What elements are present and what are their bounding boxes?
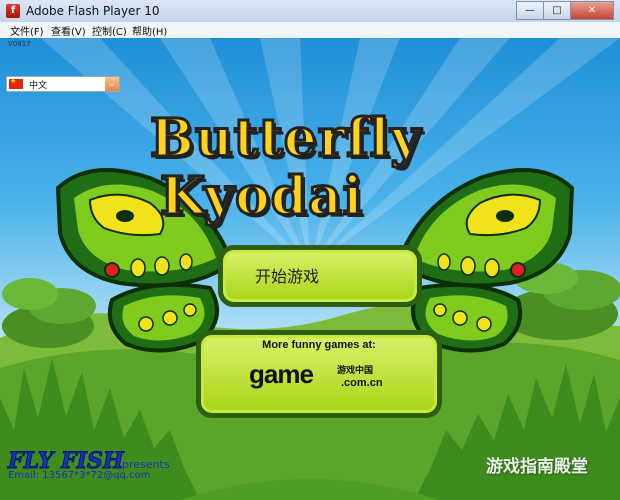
menu-help[interactable]: 帮助(H) [132,23,167,38]
language-value: 中文 [29,81,48,91]
game-com-cn-logo-sub: .com.cn [341,377,383,389]
close-button[interactable]: ✕ [570,1,614,20]
menu-file[interactable]: 文件(F) [10,23,44,38]
window-title: Adobe Flash Player 10 [26,4,160,18]
game-title-line1: Butterfly [149,107,423,171]
window-controls: — □ ✕ [516,1,614,20]
version-label: V0817 [8,40,31,48]
flash-icon: f [6,4,20,18]
china-flag-icon: ★ [9,77,23,89]
language-select[interactable]: ★ 中文 ⌄ [6,76,120,92]
game-title-line2: Kyodai [159,165,365,229]
maximize-button[interactable]: □ [543,1,571,20]
menu-bar: 文件(F) 查看(V) 控制(C) 帮助(H) [0,22,620,39]
minimize-button[interactable]: — [516,1,544,20]
menu-control[interactable]: 控制(C) [92,23,127,38]
start-game-button[interactable]: 开始游戏 [218,245,422,307]
game-com-cn-logo-cn: 游戏中国 [337,366,374,376]
tree-left [2,278,96,348]
game-com-cn-logo: game [249,359,314,389]
contact-email: Email: 13567*3*72@qq.com [8,470,151,481]
promo-text: More funny games at: [262,339,376,351]
start-game-label: 开始游戏 [255,267,320,286]
menu-view[interactable]: 查看(V) [51,23,86,38]
more-games-button[interactable]: More funny games at: game 游戏中国 .com.cn [196,330,442,418]
window-titlebar: f Adobe Flash Player 10 — □ ✕ [0,0,620,23]
watermark: 游戏指南殿堂 [486,457,588,477]
chevron-down-icon[interactable]: ⌄ [105,77,119,91]
game-stage: V0817 ★ 中文 ⌄ Butterfly Kyodai 开始游戏 More … [0,38,620,500]
